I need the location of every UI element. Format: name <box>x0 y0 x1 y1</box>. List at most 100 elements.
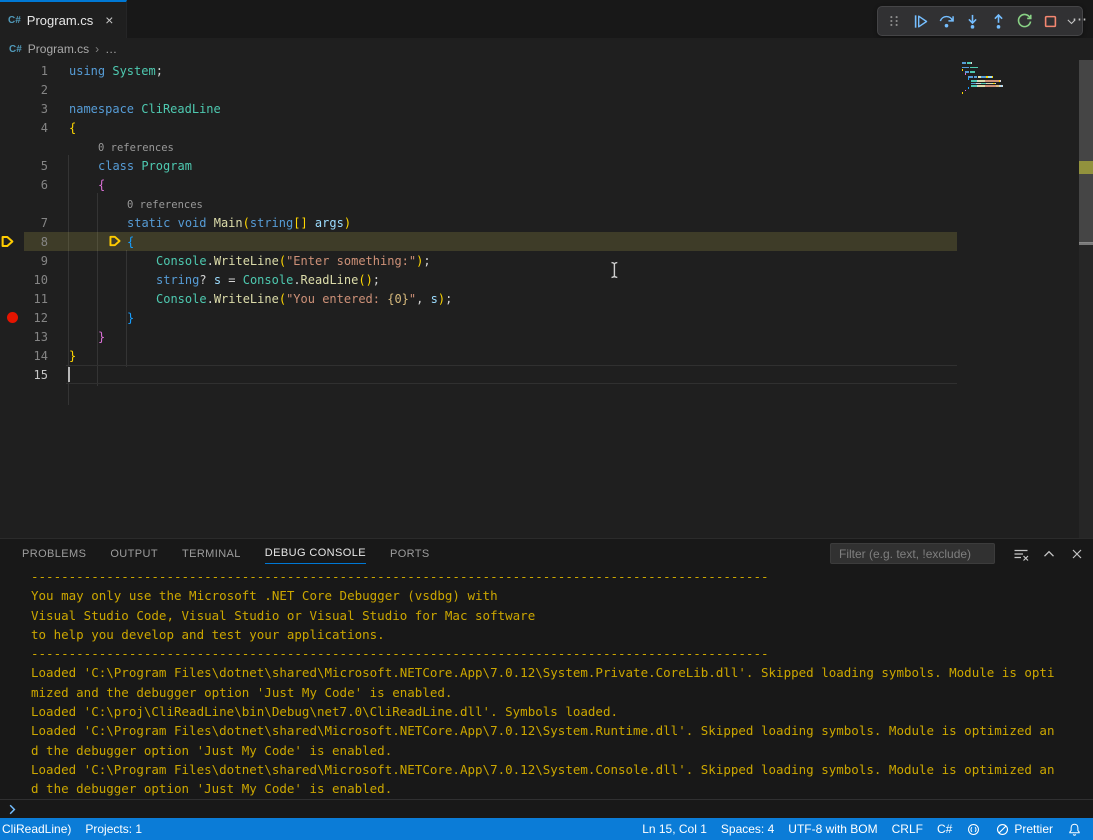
line-number: 6 <box>26 178 48 192</box>
repl-prompt[interactable] <box>0 799 1093 818</box>
code-line-7[interactable]: 7static void Main(string[] args) <box>0 213 1093 232</box>
console-line: Loaded 'C:\Program Files\dotnet\shared\M… <box>0 663 1093 682</box>
panel-tab-debug-console[interactable]: DEBUG CONSOLE <box>265 542 366 564</box>
line-number: 1 <box>26 64 48 78</box>
step-into-button[interactable] <box>960 9 984 33</box>
breakpoint-icon[interactable] <box>7 312 18 323</box>
code-lines: 1using System; 2 3namespace CliReadLine4{ 0… <box>0 61 1093 384</box>
debug-toolbar <box>877 6 1083 36</box>
continue-button[interactable] <box>908 9 932 33</box>
more-actions-button[interactable]: ⋯ <box>1072 10 1088 28</box>
chevron-right-icon <box>5 802 20 817</box>
console-line: Visual Studio Code, Visual Studio or Vis… <box>0 606 1093 625</box>
status-label: Prettier <box>1014 822 1053 836</box>
csharp-file-icon: C# <box>8 15 21 26</box>
panel-tab-bar: PROBLEMS OUTPUT TERMINAL DEBUG CONSOLE PORTS <box>22 539 430 567</box>
panel-tab-problems[interactable]: PROBLEMS <box>22 543 86 564</box>
close-panel-icon[interactable] <box>1068 545 1085 562</box>
status-label: Ln 15, Col 1 <box>642 822 707 836</box>
line-number: 15 <box>26 368 48 382</box>
console-line: d the debugger option 'Just My Code' is … <box>0 741 1093 760</box>
tab-label: Program.cs <box>27 13 93 28</box>
maximize-panel-icon[interactable] <box>1040 545 1057 562</box>
status-indentation[interactable]: Spaces: 4 <box>714 818 781 840</box>
minimap[interactable] <box>962 62 1037 106</box>
bottom-panel: PROBLEMS OUTPUT TERMINAL DEBUG CONSOLE PORTS… <box>0 538 1093 818</box>
code-line-11[interactable]: 11Console.WriteLine("You entered: {0}", … <box>0 289 1093 308</box>
panel-tab-ports[interactable]: PORTS <box>390 543 430 564</box>
code-line-12[interactable]: 12} <box>0 308 1093 327</box>
code-line-10[interactable]: 10string? s = Console.ReadLine(); <box>0 270 1093 289</box>
clear-console-icon[interactable] <box>1012 545 1029 562</box>
line-number: 7 <box>26 216 48 230</box>
code-editor[interactable]: 1using System; 2 3namespace CliReadLine4{ 0… <box>0 60 1093 538</box>
step-over-button[interactable] <box>934 9 958 33</box>
line-number: 4 <box>26 121 48 135</box>
breadcrumb-separator: › <box>95 42 99 56</box>
console-line: mized and the debugger option 'Just My C… <box>0 683 1093 702</box>
line-number: 8 <box>26 235 48 249</box>
code-line-13[interactable]: 13} <box>0 327 1093 346</box>
code-line-9[interactable]: 9Console.WriteLine("Enter something:"); <box>0 251 1093 270</box>
filter-input[interactable] <box>830 543 995 564</box>
gripper-icon <box>887 14 901 28</box>
status-label: Spaces: 4 <box>721 822 774 836</box>
bell-icon <box>1067 822 1082 837</box>
status-notifications[interactable] <box>1060 818 1089 840</box>
status-formatter-prettier[interactable]: Prettier <box>988 818 1060 840</box>
stop-button[interactable] <box>1038 9 1062 33</box>
code-line-3[interactable]: 3namespace CliReadLine <box>0 99 1093 118</box>
disallow-icon <box>995 822 1010 837</box>
breadcrumb-more[interactable]: … <box>105 42 117 56</box>
code-line-6[interactable]: 6{ <box>0 175 1093 194</box>
panel-tab-terminal[interactable]: TERMINAL <box>182 543 241 564</box>
code-line-5[interactable]: 5class Program <box>0 156 1093 175</box>
status-cursor-position[interactable]: Ln 15, Col 1 <box>635 818 714 840</box>
restart-icon <box>1016 13 1033 30</box>
status-debug-target[interactable]: CliReadLine) <box>0 818 78 840</box>
status-encoding[interactable]: UTF-8 with BOM <box>781 818 884 840</box>
editor-scrollbar[interactable] <box>1079 60 1093 538</box>
code-line-4[interactable]: 4{ <box>0 118 1093 137</box>
codelens-row: 0 references <box>0 194 1093 213</box>
status-label: CRLF <box>892 822 923 836</box>
stop-icon <box>1042 13 1059 30</box>
codelens-references[interactable]: 0 references <box>127 199 203 213</box>
code-line-14[interactable]: 14} <box>0 346 1093 365</box>
line-number: 3 <box>26 102 48 116</box>
status-projects-count[interactable]: Projects: 1 <box>78 818 149 840</box>
debug-console-output[interactable]: ----------------------------------------… <box>0 567 1093 798</box>
debug-current-line-highlight <box>24 232 957 251</box>
line-number: 13 <box>26 330 48 344</box>
scrollbar-thumb[interactable] <box>1079 60 1093 243</box>
line-number: 11 <box>26 292 48 306</box>
status-label: C# <box>937 822 952 836</box>
console-line: to help you develop and test your applic… <box>0 625 1093 644</box>
breadcrumb-file[interactable]: Program.cs <box>28 42 89 56</box>
drag-handle-button[interactable] <box>882 9 906 33</box>
code-line-2[interactable]: 2 <box>0 80 1093 99</box>
close-icon[interactable]: × <box>105 13 113 27</box>
console-line: You may only use the Microsoft .NET Core… <box>0 586 1093 605</box>
code-line-1[interactable]: 1using System; <box>0 61 1093 80</box>
status-project-status[interactable] <box>959 818 988 840</box>
status-label: Projects: 1 <box>85 822 142 836</box>
step-out-button[interactable] <box>986 9 1010 33</box>
csharp-file-icon: C# <box>9 44 22 55</box>
console-line: Loaded 'C:\proj\CliReadLine\bin\Debug\ne… <box>0 702 1093 721</box>
status-language-mode[interactable]: C# <box>930 818 959 840</box>
line-number: 2 <box>26 83 48 97</box>
status-bar: CliReadLine) Projects: 1 Ln 15, Col 1 Spac… <box>0 818 1093 840</box>
code-line-15[interactable]: 15 <box>0 365 1093 384</box>
breadcrumb[interactable]: C# Program.cs › … <box>0 38 1093 60</box>
console-line: ----------------------------------------… <box>0 644 1093 663</box>
panel-tab-output[interactable]: OUTPUT <box>110 543 158 564</box>
codelens-references[interactable]: 0 references <box>98 142 174 156</box>
code-line-8[interactable]: 8{ <box>0 232 1093 251</box>
line-number: 10 <box>26 273 48 287</box>
restart-button[interactable] <box>1012 9 1036 33</box>
status-label: CliReadLine) <box>2 822 71 836</box>
current-line-border <box>66 365 957 384</box>
status-eol-sequence[interactable]: CRLF <box>885 818 930 840</box>
tab-program-cs[interactable]: C# Program.cs × <box>0 0 127 38</box>
